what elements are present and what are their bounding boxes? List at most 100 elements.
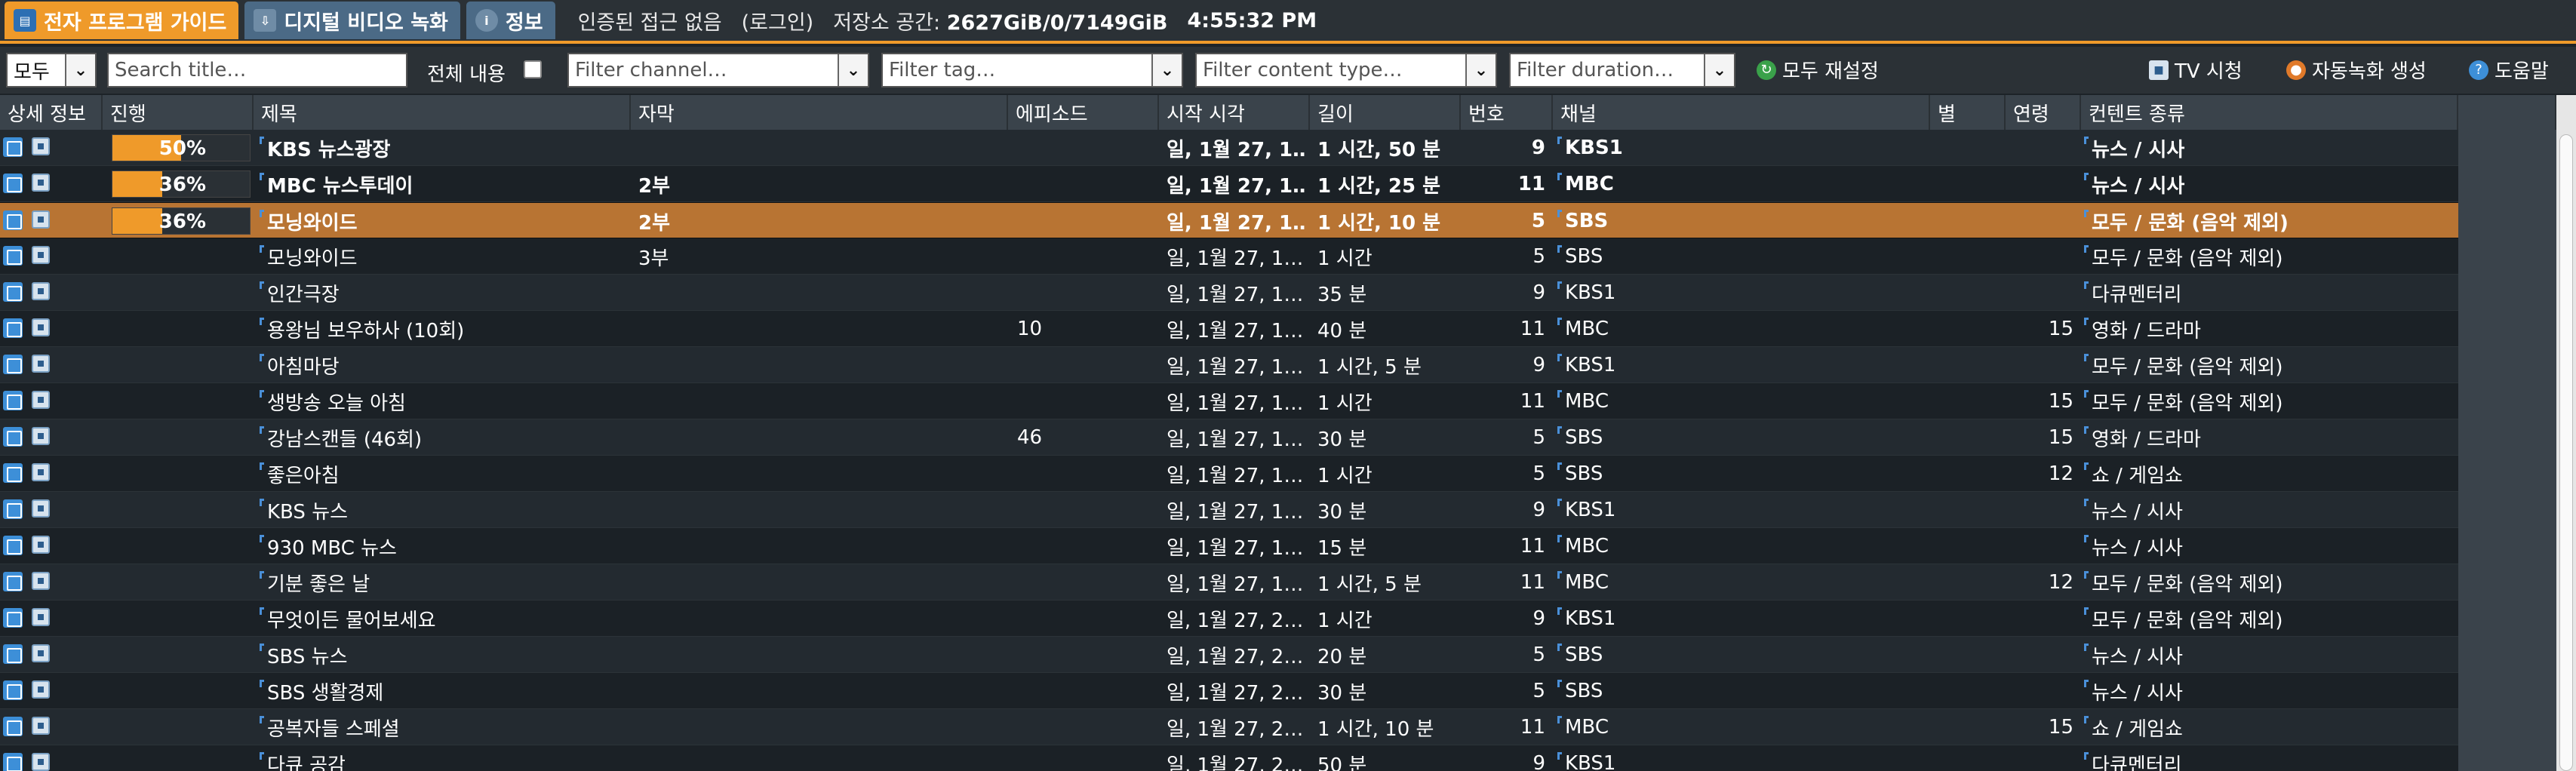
details-icon[interactable] (3, 717, 23, 736)
col-start[interactable]: 시작 시각 (1159, 95, 1310, 130)
record-icon[interactable] (32, 753, 50, 771)
cell-start: 일, 1월 27, 2… (1167, 673, 1307, 709)
details-icon[interactable] (3, 355, 23, 374)
fulltext-checkbox[interactable] (524, 60, 542, 78)
tab-info[interactable]: i 정보 (466, 2, 555, 39)
table-row[interactable]: KBS 뉴스 일, 1월 27, 1… 30 분 9 KBS1 뉴스 / 시사 (0, 492, 2458, 528)
record-icon[interactable] (32, 282, 50, 300)
table-row[interactable]: 인간극장 일, 1월 27, 1… 35 분 9 KBS1 다큐멘터리 (0, 275, 2458, 311)
col-subtitle[interactable]: 자막 (631, 95, 1008, 130)
scrollbar-thumb[interactable] (2559, 134, 2573, 771)
cell-text: MBC (1565, 390, 1609, 413)
col-title[interactable]: 제목 (254, 95, 631, 130)
scope-select[interactable]: 모두 ⌄ (6, 53, 97, 88)
table-row[interactable]: 공복자들 스페셜 일, 1월 27, 2… 1 시간, 10 분 11 MBC 15 쇼 /… (0, 709, 2458, 745)
details-icon[interactable] (3, 210, 23, 230)
tag-filter[interactable]: Filter tag… ⌄ (881, 53, 1183, 88)
details-icon[interactable] (3, 680, 23, 700)
details-icon[interactable] (3, 608, 23, 628)
cell-stars (1938, 528, 2004, 564)
details-icon[interactable] (3, 318, 23, 338)
search-input[interactable]: Search title… (107, 53, 407, 88)
col-duration[interactable]: 길이 (1310, 95, 1461, 130)
details-icon[interactable] (3, 644, 23, 664)
help-button[interactable]: ? 도움말 (2469, 56, 2549, 84)
table-row[interactable]: 36% MBC 뉴스투데이 2부 일, 1월 27, 1… 1 시간, 25 분 11 MB… (0, 166, 2458, 202)
record-icon[interactable] (32, 355, 50, 373)
cell-text: 일, 1월 27, 1… (1167, 428, 1304, 451)
col-age[interactable]: 연령 (2006, 95, 2081, 130)
col-stars[interactable]: 별 (1930, 95, 2006, 130)
record-icon[interactable] (32, 644, 50, 662)
link-marker-icon (2084, 281, 2089, 289)
record-icon[interactable] (32, 499, 50, 518)
col-channel[interactable]: 채널 (1553, 95, 1930, 130)
record-icon[interactable] (32, 536, 50, 554)
content-type-filter[interactable]: Filter content type… ⌄ (1195, 53, 1497, 88)
record-icon[interactable] (32, 572, 50, 590)
chevron-down-icon: ⌄ (1704, 54, 1734, 86)
login-link[interactable]: (로그인) (742, 6, 814, 35)
col-number[interactable]: 번호 (1461, 95, 1553, 130)
cell-text: 15 (2048, 426, 2073, 449)
details-icon[interactable] (3, 282, 23, 302)
record-icon[interactable] (32, 391, 50, 409)
table-row[interactable]: 용왕님 보우하사 (10회) 10 일, 1월 27, 1… 40 분 11 MBC 15 영… (0, 311, 2458, 347)
cell-number: 11 (1461, 311, 1553, 347)
tab-epg[interactable]: ▤ 전자 프로그램 가이드 (5, 2, 239, 39)
record-icon[interactable] (32, 318, 50, 336)
table-row[interactable]: 다큐 공감 일, 1월 27, 2… 50 분 9 KBS1 다큐멘터리 (0, 745, 2458, 771)
link-marker-icon (260, 607, 264, 615)
table-row[interactable]: 모닝와이드 3부 일, 1월 27, 1… 1 시간 5 SBS 모두 / 문화 (음악 제… (0, 238, 2458, 275)
details-icon[interactable] (3, 427, 23, 447)
watch-tv-button[interactable]: ■ TV 시청 (2149, 56, 2242, 84)
record-icon[interactable] (32, 463, 50, 481)
record-icon[interactable] (32, 608, 50, 626)
col-progress[interactable]: 진행 (103, 95, 254, 130)
details-icon[interactable] (3, 499, 23, 519)
table-row[interactable]: 무엇이든 물어보세요 일, 1월 27, 2… 1 시간 9 KBS1 모두 / 문화 (… (0, 601, 2458, 637)
record-icon[interactable] (32, 174, 50, 192)
row-detail-icons (3, 174, 50, 193)
col-content-type[interactable]: 컨텐트 종류 (2081, 95, 2458, 130)
table-row[interactable]: SBS 뉴스 일, 1월 27, 2… 20 분 5 SBS 뉴스 / 시사 (0, 637, 2458, 673)
duration-filter[interactable]: Filter duration… ⌄ (1509, 53, 1735, 88)
autorec-button[interactable]: ● 자동녹화 생성 (2286, 56, 2427, 84)
details-icon[interactable] (3, 391, 23, 410)
table-row[interactable]: 36% 모닝와이드 2부 일, 1월 27, 1… 1 시간, 10 분 5 SBS 모두 /… (0, 202, 2458, 238)
cell-start: 일, 1월 27, 1… (1167, 166, 1307, 202)
record-icon[interactable] (32, 210, 50, 229)
channel-filter[interactable]: Filter channel… ⌄ (567, 53, 869, 88)
cell-content-type: 뉴스 / 시사 (2084, 637, 2454, 673)
table-row[interactable]: 아침마당 일, 1월 27, 1… 1 시간, 5 분 9 KBS1 모두 / 문화 (음… (0, 347, 2458, 383)
table-row[interactable]: 좋은아침 일, 1월 27, 1… 1 시간 5 SBS 12 쇼 / 게임쇼 (0, 456, 2458, 492)
record-icon[interactable] (32, 427, 50, 445)
col-details[interactable]: 상세 정보 (0, 95, 103, 130)
details-icon[interactable] (3, 246, 23, 266)
cell-text: 뉴스 / 시사 (2092, 645, 2183, 668)
col-episode[interactable]: 에피소드 (1008, 95, 1159, 130)
record-icon[interactable] (32, 246, 50, 264)
reset-all-button[interactable]: ↻ 모두 재설정 (1757, 56, 1879, 84)
table-row[interactable]: 강남스캔들 (46회) 46 일, 1월 27, 1… 30 분 5 SBS 15 영화 / … (0, 419, 2458, 456)
details-icon[interactable] (3, 463, 23, 483)
cell-subtitle (638, 528, 1001, 564)
cell-text: 용왕님 보우하사 (10회) (267, 319, 465, 342)
table-row[interactable]: 930 MBC 뉴스 일, 1월 27, 1… 15 분 11 MBC 뉴스 / 시사 (0, 528, 2458, 564)
tab-dvr[interactable]: ⇩ 디지털 비디오 녹화 (244, 2, 460, 39)
details-icon[interactable] (3, 137, 23, 157)
details-icon[interactable] (3, 753, 23, 771)
table-row[interactable]: 50% KBS 뉴스광장 일, 1월 27, 1… 1 시간, 50 분 9 KBS1 뉴스… (0, 130, 2458, 166)
details-icon[interactable] (3, 174, 23, 193)
cell-subtitle (638, 347, 1001, 383)
record-icon[interactable] (32, 137, 50, 155)
link-marker-icon (1557, 716, 1562, 723)
record-icon[interactable] (32, 680, 50, 699)
table-row[interactable]: 기분 좋은 날 일, 1월 27, 1… 1 시간, 5 분 11 MBC 12 모두 / … (0, 564, 2458, 601)
table-row[interactable]: SBS 생활경제 일, 1월 27, 2… 30 분 5 SBS 뉴스 / 시사 (0, 673, 2458, 709)
tab-dvr-label: 디지털 비디오 녹화 (284, 11, 448, 35)
table-row[interactable]: 생방송 오늘 아침 일, 1월 27, 1… 1 시간 11 MBC 15 모두 / 문화 … (0, 383, 2458, 419)
details-icon[interactable] (3, 536, 23, 555)
details-icon[interactable] (3, 572, 23, 591)
record-icon[interactable] (32, 717, 50, 735)
